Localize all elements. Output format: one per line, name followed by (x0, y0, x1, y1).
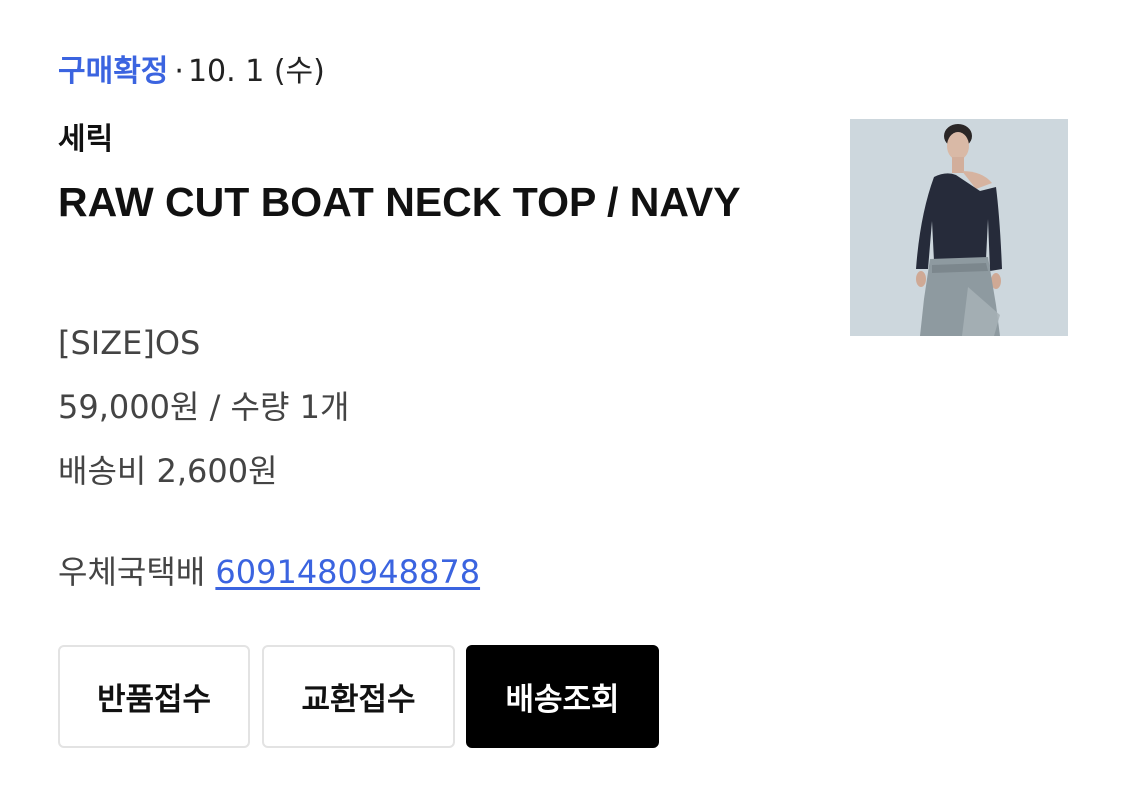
order-status: 구매확정 (58, 54, 169, 89)
product-option: [SIZE]OS (58, 324, 201, 362)
product-name[interactable]: RAW CUT BOAT NECK TOP / NAVY (58, 170, 773, 234)
exchange-request-button[interactable]: 교환접수 (262, 645, 455, 748)
order-item-card: 구매확정 · 10. 1 (수) 세릭 RAW CUT BOAT NECK TOP … (0, 0, 1125, 794)
product-photo-model-icon (850, 119, 1068, 336)
track-delivery-button[interactable]: 배송조회 (466, 645, 659, 748)
product-thumbnail[interactable] (850, 119, 1068, 336)
courier-name: 우체국택배 (58, 553, 206, 591)
brand-name[interactable]: 세릭 (58, 120, 113, 160)
order-date: 10. 1 (수) (187, 54, 325, 89)
order-status-line: 구매확정 · 10. 1 (수) (58, 52, 325, 92)
price-quantity: 59,000원 / 수량 1개 (58, 388, 350, 426)
status-separator: · (174, 54, 184, 89)
delivery-info: 우체국택배 6091480948878 (58, 551, 480, 593)
tracking-number-link[interactable]: 6091480948878 (215, 553, 480, 591)
return-request-button[interactable]: 반품접수 (58, 645, 250, 748)
shipping-fee: 배송비 2,600원 (58, 452, 278, 490)
